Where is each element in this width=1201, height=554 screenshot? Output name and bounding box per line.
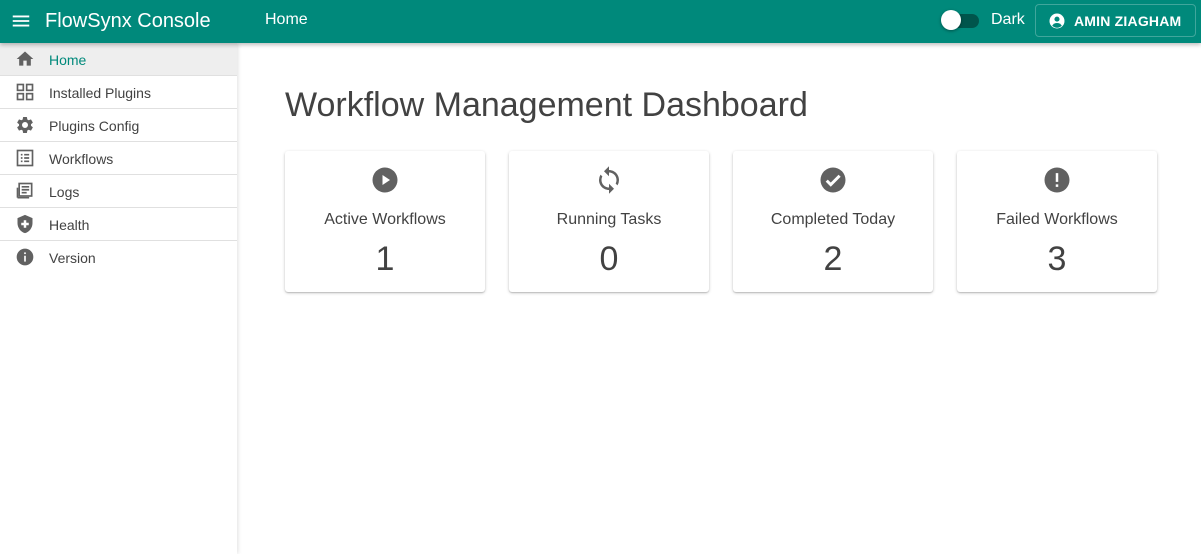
stat-value: 1 — [375, 240, 395, 278]
menu-icon[interactable] — [9, 9, 33, 33]
home-icon — [15, 49, 35, 69]
stat-label: Completed Today — [770, 211, 896, 228]
sync-icon — [594, 165, 624, 195]
gear-icon — [15, 115, 35, 135]
sidebar-item-home[interactable]: Home — [0, 43, 237, 76]
stat-label: Failed Workflows — [996, 211, 1118, 228]
sidebar-item-label: Health — [49, 217, 90, 233]
sidebar-item-label: Version — [49, 250, 96, 266]
sidebar-item-logs[interactable]: Logs — [0, 175, 237, 208]
sidebar-item-label: Logs — [49, 184, 80, 200]
user-name: AMIN ZIAGHAM — [1074, 12, 1182, 29]
sidebar-item-label: Home — [49, 52, 87, 68]
play-circle-icon — [370, 165, 400, 195]
stat-value: 3 — [1047, 240, 1067, 278]
sidebar-item-workflows[interactable]: Workflows — [0, 142, 237, 175]
alert-circle-icon — [1042, 165, 1072, 195]
account-circle-icon — [1048, 12, 1066, 30]
app-bar: FlowSynx Console Home Dark AMIN ZIAGHAM — [0, 0, 1201, 43]
stat-value: 0 — [599, 240, 619, 278]
current-page-name: Home — [265, 11, 308, 28]
info-icon — [15, 247, 35, 267]
stat-card-active-workflows: Active Workflows 1 — [285, 151, 485, 292]
stat-value: 2 — [823, 240, 843, 278]
log-icon — [15, 181, 35, 201]
stat-card-running-tasks: Running Tasks 0 — [509, 151, 709, 292]
user-account-button[interactable]: AMIN ZIAGHAM — [1035, 4, 1196, 37]
toggle-thumb — [941, 10, 961, 30]
list-icon — [15, 148, 35, 168]
sidebar-item-label: Plugins Config — [49, 118, 140, 134]
sidebar-item-plugins-config[interactable]: Plugins Config — [0, 109, 237, 142]
app-title: FlowSynx Console — [45, 10, 211, 32]
sidebar-item-health[interactable]: Health — [0, 208, 237, 241]
sidebar-item-version[interactable]: Version — [0, 241, 237, 274]
check-circle-icon — [818, 165, 848, 195]
sidebar-item-label: Installed Plugins — [49, 85, 151, 101]
sidebar-nav: Home Installed Plugins Plugins Config Wo… — [0, 43, 237, 554]
sidebar-item-installed-plugins[interactable]: Installed Plugins — [0, 76, 237, 109]
stat-card-failed-workflows: Failed Workflows 3 — [957, 151, 1157, 292]
page-title: Workflow Management Dashboard — [285, 86, 808, 124]
shield-plus-icon — [15, 214, 35, 234]
grid-icon — [15, 82, 35, 102]
dark-mode-toggle[interactable] — [941, 9, 981, 31]
dark-mode-label: Dark — [991, 11, 1025, 28]
stat-label: Active Workflows — [324, 211, 446, 228]
sidebar-item-label: Workflows — [49, 151, 114, 167]
stat-card-completed-today: Completed Today 2 — [733, 151, 933, 292]
stat-label: Running Tasks — [556, 211, 662, 228]
